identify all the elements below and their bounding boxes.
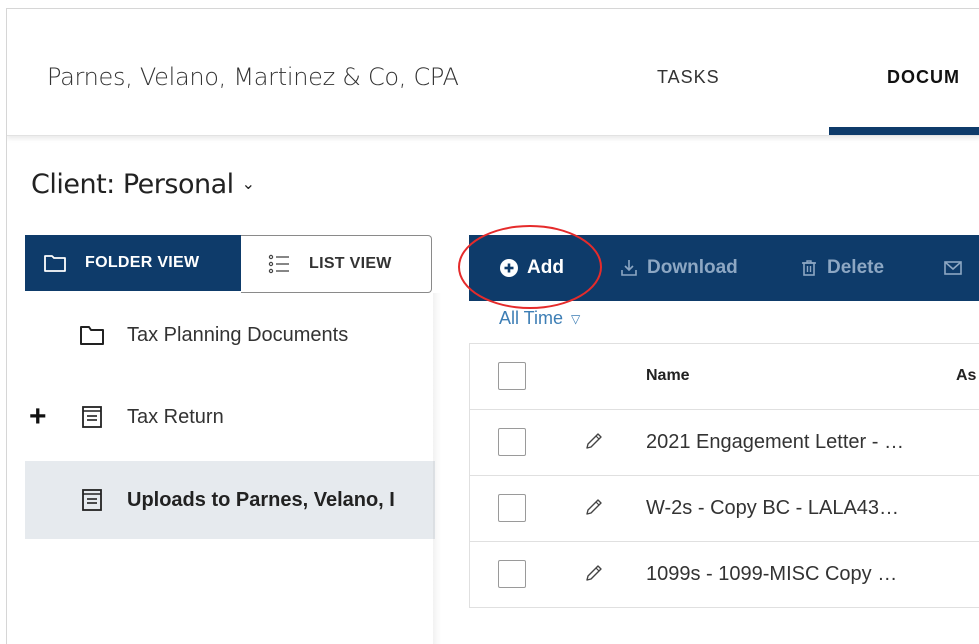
add-label: Add [527, 257, 564, 278]
date-filter[interactable]: All Time ▽ [499, 308, 580, 329]
top-header: Parnes, Velano, Martinez & Co, CPA TASKS… [7, 9, 979, 136]
folder-icon [44, 255, 66, 272]
pencil-icon[interactable] [583, 430, 605, 452]
client-label: Client: Personal [31, 169, 234, 200]
document-name[interactable]: 1099s - 1099-MISC Copy … [646, 563, 897, 586]
document-toolbar: Add Download Delete [469, 235, 979, 301]
view-toggle: FOLDER VIEW LIST VIEW [25, 235, 433, 293]
download-button[interactable]: Download [619, 235, 738, 301]
document-name[interactable]: 2021 Engagement Letter - … [646, 431, 904, 454]
pencil-icon[interactable] [583, 496, 605, 518]
row-checkbox[interactable] [498, 560, 526, 588]
filter-label: All Time [499, 308, 564, 328]
tree-item-tax-planning[interactable]: Tax Planning Documents [25, 303, 435, 367]
active-tab-indicator [829, 127, 979, 135]
tab-tasks[interactable]: TASKS [657, 67, 720, 88]
panel-divider [433, 293, 441, 644]
client-selector[interactable]: Client: Personal ⌄ [31, 169, 255, 200]
envelope-icon [944, 261, 962, 275]
list-view-button[interactable]: LIST VIEW [241, 235, 432, 293]
table-header-row: Name As [470, 343, 979, 410]
firm-name: Parnes, Velano, Martinez & Co, CPA [47, 63, 459, 91]
chevron-down-icon: ⌄ [241, 174, 255, 193]
document-icon [82, 489, 102, 511]
table-row[interactable]: 1099s - 1099-MISC Copy … [470, 541, 979, 608]
folder-view-button[interactable]: FOLDER VIEW [25, 235, 241, 291]
tree-item-tax-return[interactable]: + Tax Return [25, 385, 435, 449]
folder-view-label: FOLDER VIEW [85, 254, 200, 271]
tree-item-label: Uploads to Parnes, Velano, I [127, 488, 395, 511]
download-icon [621, 260, 637, 276]
app-window: Parnes, Velano, Martinez & Co, CPA TASKS… [6, 8, 979, 644]
expand-plus-icon[interactable]: + [29, 400, 47, 434]
document-icon [82, 406, 102, 428]
table-row[interactable]: W-2s - Copy BC - LALA43… [470, 475, 979, 542]
documents-table: Name As 2021 Engagement Letter - … W-2s … [469, 343, 979, 608]
column-header-name[interactable]: Name [646, 367, 690, 385]
column-header-as[interactable]: As [956, 367, 979, 385]
list-view-label: LIST VIEW [309, 255, 392, 272]
tree-item-label: Tax Planning Documents [127, 323, 349, 346]
row-checkbox[interactable] [498, 494, 526, 522]
tree-item-label: Tax Return [127, 405, 224, 428]
pencil-icon[interactable] [583, 562, 605, 584]
plus-circle-icon [500, 259, 518, 277]
delete-label: Delete [827, 257, 885, 278]
list-icon [268, 254, 289, 274]
triangle-down-icon: ▽ [571, 312, 581, 326]
tree-item-uploads[interactable]: Uploads to Parnes, Velano, I [25, 461, 435, 539]
email-button[interactable] [943, 235, 971, 301]
trash-icon [802, 260, 816, 276]
download-label: Download [647, 257, 738, 278]
folder-icon [80, 326, 104, 345]
select-all-checkbox[interactable] [498, 362, 526, 390]
document-name[interactable]: W-2s - Copy BC - LALA43… [646, 497, 899, 520]
tab-documents[interactable]: DOCUM [887, 67, 979, 88]
table-row[interactable]: 2021 Engagement Letter - … [470, 409, 979, 476]
row-checkbox[interactable] [498, 428, 526, 456]
delete-button[interactable]: Delete [799, 235, 884, 301]
add-button[interactable]: Add [499, 235, 564, 301]
